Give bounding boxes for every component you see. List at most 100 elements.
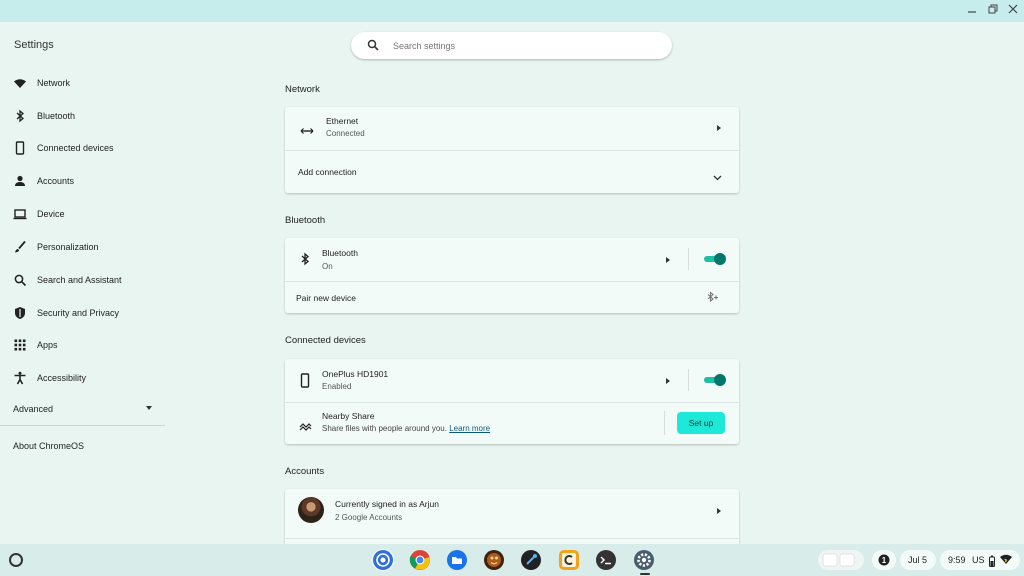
app-title: Settings	[14, 39, 54, 51]
game-app-icon[interactable]	[483, 549, 505, 571]
settings-app: Settings Network Bluetooth Connected dev…	[0, 22, 1024, 544]
chevron-right-icon	[717, 125, 721, 131]
chevron-down-icon[interactable]	[146, 406, 152, 410]
sidebar-item-label: Accessibility	[37, 373, 87, 383]
c-app-icon[interactable]	[558, 549, 580, 571]
bluetooth-toggle[interactable]	[704, 253, 726, 265]
link-app-icon[interactable]	[520, 549, 542, 571]
phone-label: OnePlus HD1901	[322, 369, 389, 379]
accounts-count: 2 Google Accounts	[335, 513, 403, 522]
shield-icon	[13, 306, 27, 320]
wifi-icon	[13, 76, 27, 90]
sidebar-item-label: Accounts	[37, 176, 75, 186]
row-vertical-divider	[688, 369, 689, 391]
sidebar-item-apps[interactable]: Apps	[0, 331, 165, 359]
learn-more-link[interactable]: Learn more	[449, 424, 490, 433]
locale-label: US	[972, 555, 985, 565]
chevron-right-icon[interactable]	[666, 378, 670, 384]
search-box[interactable]	[351, 32, 672, 59]
search-icon	[13, 273, 27, 287]
search-icon	[367, 38, 379, 56]
ethernet-row[interactable]: Ethernet Connected	[285, 107, 739, 150]
chevron-right-icon	[717, 508, 721, 514]
setup-button[interactable]: Set up	[677, 412, 725, 434]
sidebar-item-label: Network	[37, 78, 71, 88]
section-title-accounts: Accounts	[285, 466, 325, 477]
shelf: 1 Jul 5 9:59 US	[0, 544, 1024, 576]
section-title-connected-devices: Connected devices	[285, 335, 366, 346]
wifi-icon	[999, 553, 1013, 571]
ethernet-icon	[300, 123, 314, 141]
network-card: Ethernet Connected Add connection	[285, 107, 739, 193]
bluetooth-label: Bluetooth	[322, 248, 358, 258]
accounts-card: Currently signed in as Arjun 2 Google Ac…	[285, 489, 739, 544]
row-vertical-divider	[688, 248, 689, 270]
laptop-icon	[13, 207, 27, 221]
bluetooth-icon	[13, 109, 27, 123]
nearby-share-row[interactable]: Nearby Share Share files with people aro…	[285, 403, 739, 444]
bluetooth-row[interactable]: Bluetooth On	[285, 238, 739, 281]
date-label: Jul 5	[908, 555, 928, 565]
sidebar-item-label: Connected devices	[37, 143, 114, 153]
sidebar-item-label: Device	[37, 209, 65, 219]
ethernet-label: Ethernet	[326, 116, 359, 126]
sidebar-item-connected-devices[interactable]: Connected devices	[0, 134, 165, 162]
files-icon[interactable]	[446, 549, 468, 571]
sidebar-item-personalization[interactable]: Personalization	[0, 233, 165, 261]
avatar	[298, 497, 324, 523]
account-row[interactable]: Currently signed in as Arjun 2 Google Ac…	[285, 489, 739, 532]
apps-grid-icon	[13, 338, 27, 352]
time-label: 9:59	[948, 555, 966, 565]
sidebar-item-bluetooth[interactable]: Bluetooth	[0, 102, 165, 130]
sidebar-item-about[interactable]: About ChromeOS	[13, 441, 84, 451]
phone-row[interactable]: OnePlus HD1901 Enabled	[285, 359, 739, 402]
sidebar-item-accessibility[interactable]: Accessibility	[0, 364, 165, 392]
person-icon	[13, 174, 27, 188]
row-divider	[285, 538, 739, 539]
phone-hub-toggle[interactable]	[704, 374, 726, 386]
battery-icon	[989, 554, 995, 572]
holding-space-tray[interactable]	[818, 550, 864, 570]
settings-gear-icon[interactable]	[633, 549, 655, 571]
bluetooth-card: Bluetooth On Pair new device	[285, 238, 739, 313]
nearby-share-label: Nearby Share	[322, 411, 375, 421]
notification-tray[interactable]: 1	[872, 550, 896, 570]
nearby-share-description: Share files with people around you. Lear…	[322, 424, 490, 433]
signed-in-label: Currently signed in as Arjun	[335, 499, 439, 509]
close-icon[interactable]	[1006, 4, 1020, 18]
ethernet-status: Connected	[326, 129, 365, 138]
chevron-down-icon	[713, 168, 722, 186]
terminal-icon[interactable]	[595, 549, 617, 571]
podcast-app-icon[interactable]	[372, 549, 394, 571]
sidebar-item-label: Apps	[37, 340, 58, 350]
sidebar-item-security-privacy[interactable]: Security and Privacy	[0, 299, 165, 327]
sidebar-item-label: Security and Privacy	[37, 308, 120, 318]
sidebar-item-network[interactable]: Network	[0, 69, 165, 97]
phone-icon	[13, 141, 27, 155]
bluetooth-add-icon	[706, 291, 720, 309]
pair-new-device-label: Pair new device	[296, 293, 357, 303]
sidebar-item-accounts[interactable]: Accounts	[0, 167, 165, 195]
sidebar-advanced[interactable]: Advanced	[13, 404, 53, 414]
sidebar-item-label: Search and Assistant	[37, 275, 122, 285]
section-title-network: Network	[285, 84, 320, 95]
accessibility-icon	[13, 371, 27, 385]
nearby-share-desc-text: Share files with people around you.	[322, 424, 447, 433]
minimize-icon[interactable]	[965, 4, 979, 18]
search-input[interactable]	[393, 37, 653, 54]
pair-new-device-row[interactable]: Pair new device	[285, 282, 739, 313]
notification-count: 1	[882, 556, 887, 565]
sidebar-item-search-assistant[interactable]: Search and Assistant	[0, 266, 165, 294]
section-title-bluetooth: Bluetooth	[285, 215, 326, 226]
chrome-icon[interactable]	[409, 549, 431, 571]
sidebar-item-device[interactable]: Device	[0, 200, 165, 228]
chevron-right-icon[interactable]	[666, 257, 670, 263]
add-connection-row[interactable]: Add connection	[285, 151, 739, 193]
launcher-icon[interactable]	[9, 553, 23, 567]
sidebar-item-label: Bluetooth	[37, 111, 76, 121]
connected-devices-card: OnePlus HD1901 Enabled Nearby Share Shar…	[285, 359, 739, 444]
phone-status: Enabled	[322, 382, 352, 391]
restore-icon[interactable]	[986, 4, 1000, 18]
brush-icon	[13, 240, 27, 254]
active-app-indicator	[640, 573, 650, 575]
